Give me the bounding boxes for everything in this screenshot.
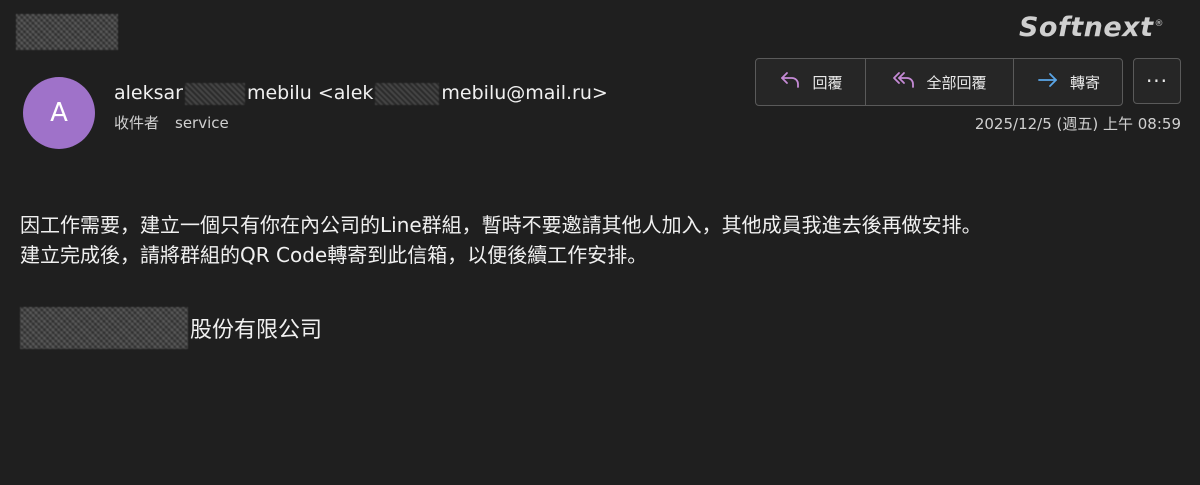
reply-button[interactable]: 回覆: [756, 59, 866, 105]
sender-address: aleksar mebilu <alek mebilu@mail.ru>: [114, 82, 608, 105]
watermark-logo: Softnext®: [1019, 12, 1164, 43]
message-body: 因工作需要，建立一個只有你在內公司的Line群組，暫時不要邀請其他人加入，其他成…: [20, 210, 1180, 270]
message-timestamp: 2025/12/5 (週五) 上午 08:59: [974, 115, 1181, 133]
reply-all-icon: [892, 68, 916, 96]
redacted-block: [16, 14, 118, 50]
sender-avatar: A: [23, 77, 95, 149]
forward-button[interactable]: 轉寄: [1014, 59, 1122, 105]
forward-label: 轉寄: [1069, 73, 1100, 92]
sender-name-start: aleksar: [114, 82, 183, 104]
forward-icon: [1036, 68, 1060, 96]
redacted-segment: [375, 82, 440, 105]
sender-name-end: mebilu <alek: [246, 82, 374, 104]
reply-icon: [778, 68, 802, 96]
reply-all-button[interactable]: 全部回覆: [866, 59, 1014, 105]
recipients-label: 收件者: [114, 114, 160, 132]
recipient-name[interactable]: service: [175, 114, 229, 132]
message-actions: 回覆 全部回覆 轉寄: [755, 58, 1123, 106]
recipients-row: 收件者 service: [114, 112, 229, 133]
body-line-1: 因工作需要，建立一個只有你在內公司的Line群組，暫時不要邀請其他人加入，其他成…: [20, 213, 982, 237]
reply-all-label: 全部回覆: [926, 73, 987, 92]
watermark-registered-mark: ®: [1154, 19, 1164, 29]
more-options-button[interactable]: ···: [1133, 58, 1181, 104]
reply-label: 回覆: [812, 73, 843, 92]
sender-email-end: mebilu@mail.ru>: [441, 82, 608, 104]
body-line-2: 建立完成後，請將群組的QR Code轉寄到此信箱，以便後續工作安排。: [20, 243, 648, 267]
redacted-segment: [184, 82, 245, 105]
watermark-text: Softnext: [1018, 12, 1154, 43]
signature-company: 股份有限公司: [190, 318, 323, 343]
redacted-block: [20, 307, 188, 349]
